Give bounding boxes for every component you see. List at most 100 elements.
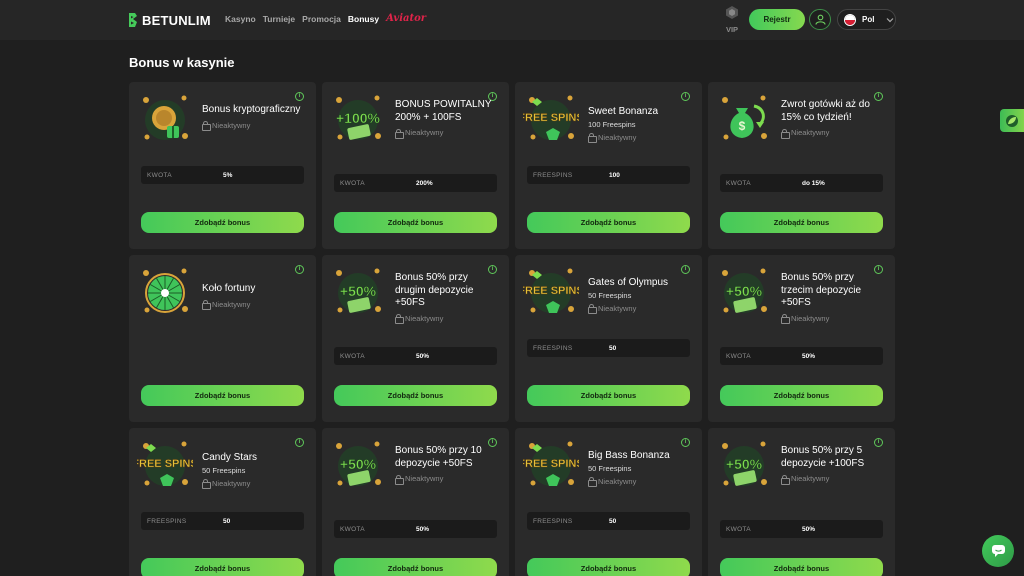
bonus-subtitle: 50 Freespins (588, 463, 632, 473)
vip-link[interactable]: VIP (722, 6, 742, 34)
claim-bonus-button[interactable]: Zdobądź bonus (720, 212, 883, 233)
bonus-title: Bonus 50% przy 5 depozycie +100FS (781, 445, 865, 469)
amount-value: 200% (416, 179, 433, 187)
free-spins-icon: FREE SPINS (518, 265, 584, 321)
info-icon[interactable]: i (295, 438, 304, 447)
info-icon[interactable]: i (681, 92, 690, 101)
vip-label: VIP (725, 25, 739, 34)
bonus-card: i FREE SPINS Gates of Olympus 50 Freespi… (515, 255, 702, 422)
side-promo-tab[interactable] (1000, 109, 1024, 132)
percent-50-icon: +50% (716, 265, 772, 321)
percent-50-icon: +50% (330, 438, 386, 494)
amount-label: KWOTA (340, 352, 365, 360)
bonus-title: Candy Stars (202, 452, 258, 463)
bonus-status: Nieaktywny (395, 474, 499, 485)
coins-gift-icon (137, 92, 193, 148)
claim-bonus-button[interactable]: Zdobądź bonus (334, 212, 497, 233)
bonus-card: i Koło fortuny Nieaktywny Zdobądź bonus (129, 255, 316, 422)
lock-icon (395, 314, 404, 324)
percent-50-icon: +50% (716, 438, 772, 494)
amount-label: KWOTA (147, 171, 172, 179)
bonus-status-label: Nieaktywny (405, 474, 444, 483)
main-nav: Kasyno Turnieje Promocja Bonusy Aviator (225, 13, 426, 24)
bonus-info: Big Bass Bonanza 50 Freespins Nieaktywny (588, 450, 692, 487)
logo-mark-icon (129, 13, 137, 27)
lock-icon (202, 479, 211, 489)
bonus-status-label: Nieaktywny (598, 303, 637, 313)
claim-bonus-button[interactable]: Zdobądź bonus (141, 212, 304, 233)
bonus-title: Zwrot gotówki aż do 15% co tydzień! (781, 99, 870, 123)
amount-value: do 15% (802, 179, 825, 187)
bonus-status-label: Nieaktywny (405, 313, 444, 323)
bonus-info: Koło fortuny Nieaktywny (202, 283, 306, 310)
brand-logo[interactable]: BETUNLIM (128, 11, 211, 29)
nav-aviator[interactable]: Aviator (386, 13, 426, 24)
percent-50-icon: +50% (330, 265, 386, 321)
claim-bonus-button[interactable]: Zdobądź bonus (720, 385, 883, 406)
user-icon (814, 14, 826, 25)
lock-icon (395, 474, 404, 485)
amount-label: FREESPINS (533, 171, 573, 179)
amount-label: FREESPINS (533, 344, 573, 352)
bonus-info: BONUS POWITALNY 200% + 100FS Nieaktywny (395, 99, 499, 139)
bonus-title: Gates of Olympus (588, 277, 669, 288)
bonus-info: Bonus 50% przy drugim depozycie +50FS Ni… (395, 272, 499, 324)
bonus-status: Nieaktywny (588, 303, 692, 314)
language-selector[interactable]: Pol (837, 9, 896, 30)
bonus-card: i +50% Bonus 50% przy trzecim depozycie … (708, 255, 895, 422)
amount-value: 5% (223, 171, 233, 179)
nav-bonusy[interactable]: Bonusy (348, 14, 379, 24)
claim-bonus-button[interactable]: Zdobądź bonus (141, 385, 304, 406)
bonus-info: Bonus 50% przy trzecim depozycie +50FS N… (781, 272, 885, 324)
register-button[interactable]: Rejestr (749, 9, 805, 30)
amount-value: 50 (609, 344, 617, 352)
svg-text:+50%: +50% (726, 283, 763, 299)
free-spins-icon: FREE SPINS (518, 92, 584, 148)
bonus-status-label: Nieaktywny (598, 132, 637, 142)
amount-value: 50 (223, 517, 231, 525)
nav-kasyno[interactable]: Kasyno (225, 14, 256, 24)
claim-bonus-button[interactable]: Zdobądź bonus (141, 558, 304, 576)
bonus-status-label: Nieaktywny (791, 313, 830, 323)
bonus-subtitle: 50 Freespins (202, 465, 246, 475)
lock-icon (395, 128, 404, 139)
svg-text:+50%: +50% (726, 456, 763, 472)
info-icon[interactable]: i (295, 265, 304, 274)
lock-icon (781, 314, 790, 324)
svg-text:FREE SPINS: FREE SPINS (523, 458, 579, 470)
amount-value: 100 (609, 171, 620, 179)
bonus-info: Bonus 50% przy 5 depozycie +100FS Nieakt… (781, 445, 885, 485)
bonus-info: Zwrot gotówki aż do 15% co tydzień! Niea… (781, 99, 885, 139)
bonus-subtitle: 100 Freespins (588, 119, 636, 129)
bonus-title: Big Bass Bonanza (588, 450, 670, 461)
claim-bonus-button[interactable]: Zdobądź bonus (527, 558, 690, 576)
page-title: Bonus w kasynie (129, 55, 235, 70)
bonus-amount: KWOTA 50% (720, 520, 883, 538)
amount-label: KWOTA (726, 525, 751, 533)
claim-bonus-button[interactable]: Zdobądź bonus (527, 212, 690, 233)
claim-bonus-button[interactable]: Zdobądź bonus (527, 385, 690, 406)
lock-icon (781, 128, 790, 139)
svg-text:+50%: +50% (340, 283, 377, 299)
bonus-amount: KWOTA 50% (334, 347, 497, 365)
bonus-status: Nieaktywny (588, 477, 692, 487)
svg-text:$: $ (739, 119, 746, 133)
chat-button[interactable] (982, 535, 1014, 567)
bonus-card: i +50% Bonus 50% przy drugim depozycie +… (322, 255, 509, 422)
claim-bonus-button[interactable]: Zdobądź bonus (720, 558, 883, 576)
claim-bonus-button[interactable]: Zdobądź bonus (334, 385, 497, 406)
info-icon[interactable]: i (681, 265, 690, 274)
amount-label: FREESPINS (147, 517, 187, 525)
nav-turnieje[interactable]: Turnieje (263, 14, 295, 24)
nav-promocja[interactable]: Promocja (302, 14, 341, 24)
svg-text:+50%: +50% (340, 456, 377, 472)
bonus-title: Bonus kryptograficzny (202, 104, 301, 115)
top-header: BETUNLIM Kasyno Turnieje Promocja Bonusy… (0, 0, 1024, 40)
bonus-title: Koło fortuny (202, 283, 256, 294)
info-icon[interactable]: i (295, 92, 304, 101)
bonus-card: i FREE SPINS Big Bass Bonanza 50 Freespi… (515, 428, 702, 576)
login-button[interactable] (809, 9, 831, 30)
claim-bonus-button[interactable]: Zdobądź bonus (334, 558, 497, 576)
info-icon[interactable]: i (681, 438, 690, 447)
bonus-title: Bonus 50% przy drugim depozycie +50FS (395, 272, 474, 308)
